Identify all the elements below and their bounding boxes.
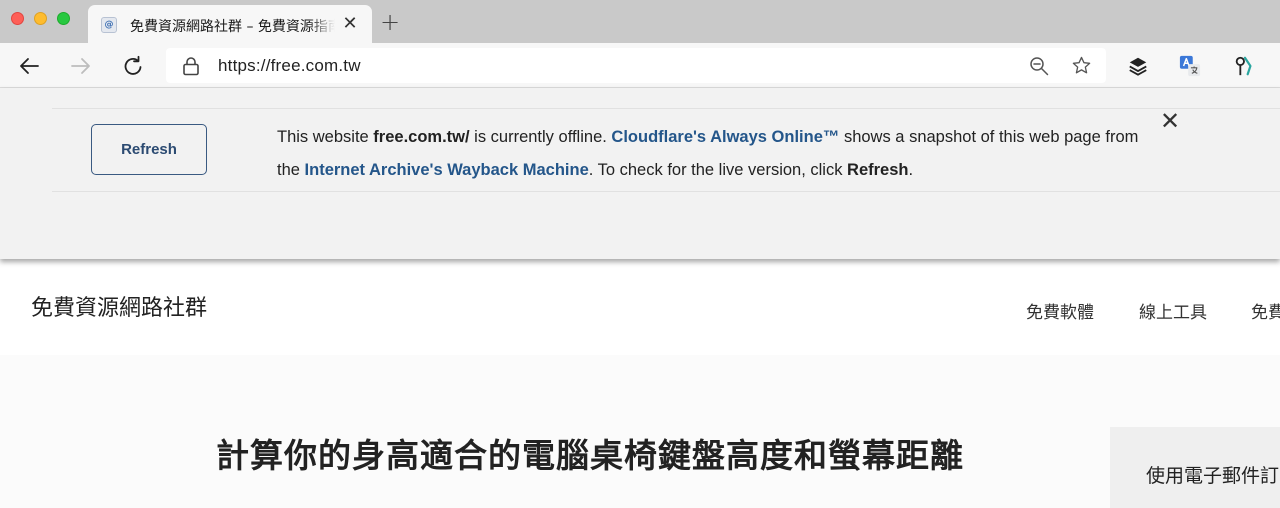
layers-icon <box>1129 57 1147 76</box>
reload-icon <box>124 55 142 75</box>
nav-item-free[interactable]: 免費 <box>1251 298 1280 323</box>
banner-message: This website free.com.tw/ is currently o… <box>277 121 1157 187</box>
lock-icon <box>183 57 199 76</box>
browser-tab[interactable]: @ 免費資源網路社群 – 免費資源指南 ✕ <box>88 5 372 43</box>
always-online-banner: Refresh This website free.com.tw/ is cur… <box>0 88 1280 259</box>
forward-button[interactable] <box>67 52 95 80</box>
banner-text-mid1: is currently offline. <box>469 128 612 146</box>
sidebar-subscribe-widget: 使用電子郵件訂閱 <box>1110 427 1280 508</box>
wayback-machine-link[interactable]: Internet Archive's Wayback Machine <box>305 161 589 179</box>
banner-refresh-word: Refresh <box>847 161 909 179</box>
banner-text-prefix: This website <box>277 128 374 146</box>
nav-item-online-tools[interactable]: 線上工具 <box>1139 298 1207 323</box>
address-bar[interactable]: https://free.com.tw <box>166 48 1106 83</box>
site-favicon-icon: @ <box>101 17 117 33</box>
banner-divider-top <box>52 108 1280 109</box>
banner-text-mid3: . To check for the live version, click <box>588 161 848 179</box>
post-title: 計算你的身高適合的電腦桌椅鍵盤高度和螢幕距離 <box>216 436 964 475</box>
close-window-button[interactable] <box>11 12 24 25</box>
site-header: 免費資源網路社群 免費軟體 線上工具 免費 <box>0 259 1280 355</box>
tab-strip: @ 免費資源網路社群 – 免費資源指南 ✕ + <box>0 0 1280 43</box>
url-text[interactable]: https://free.com.tw <box>218 56 361 76</box>
browser-toolbar: https://free.com.tw <box>0 43 1280 88</box>
banner-site-name: free.com.tw/ <box>373 128 470 146</box>
tab-close-icon[interactable]: ✕ <box>340 14 360 34</box>
star-icon[interactable] <box>1071 55 1092 76</box>
sidebar-heading: 使用電子郵件訂閱 <box>1146 465 1280 487</box>
zoom-window-button[interactable] <box>57 12 70 25</box>
back-button[interactable] <box>15 52 43 80</box>
translate-icon <box>1179 55 1201 77</box>
banner-close-icon[interactable]: ✕ <box>1159 110 1181 134</box>
translate-button[interactable] <box>1176 52 1204 80</box>
nav-item-free-software[interactable]: 免費軟體 <box>1026 298 1094 323</box>
back-arrow-icon <box>20 58 39 74</box>
collections-button[interactable] <box>1124 52 1152 80</box>
banner-text-end: . <box>908 161 914 179</box>
tab-title: 免費資源網路社群 – 免費資源指南 <box>130 16 335 34</box>
extension-icon <box>1235 56 1252 76</box>
minimize-window-button[interactable] <box>34 12 47 25</box>
reload-button[interactable] <box>119 52 147 80</box>
main-content: 計算你的身高適合的電腦桌椅鍵盤高度和螢幕距離 使用電子郵件訂閱 <box>0 355 1280 508</box>
refresh-button[interactable]: Refresh <box>91 124 207 175</box>
zoom-icon[interactable] <box>1029 56 1049 76</box>
extension-button[interactable] <box>1230 52 1258 80</box>
new-tab-button[interactable]: + <box>378 10 402 34</box>
site-title[interactable]: 免費資源網路社群 <box>31 290 207 322</box>
always-online-link[interactable]: Cloudflare's Always Online™ <box>611 128 839 146</box>
banner-divider-bottom <box>52 191 1280 192</box>
forward-arrow-icon <box>71 58 90 74</box>
